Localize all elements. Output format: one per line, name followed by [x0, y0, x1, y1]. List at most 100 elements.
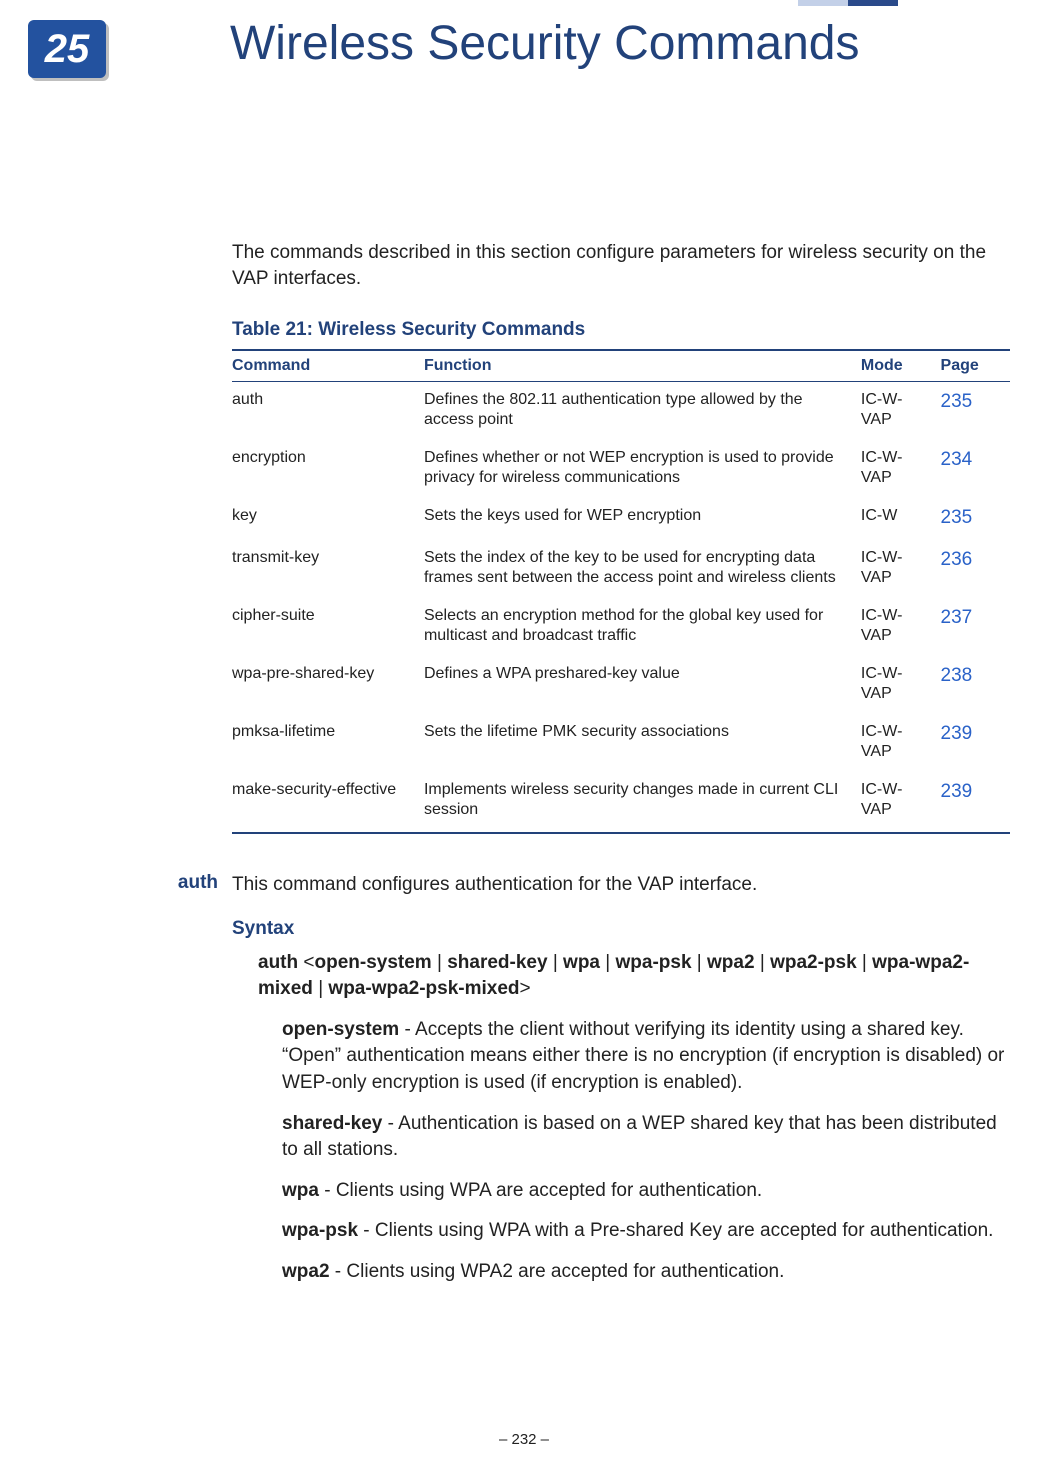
table-row: wpa-pre-shared-keyDefines a WPA preshare…	[232, 656, 1010, 714]
page-link[interactable]: 234	[941, 449, 973, 470]
syntax-heading: Syntax	[232, 918, 1010, 940]
syntax-sep: |	[313, 978, 329, 999]
intro-paragraph: The commands described in this section c…	[232, 240, 1010, 291]
th-mode: Mode	[861, 350, 941, 382]
cell-page: 239	[941, 714, 1010, 772]
params-container: open-system - Accepts the client without…	[232, 1017, 1010, 1286]
syntax-param: open-system - Accepts the client without…	[282, 1017, 1010, 1097]
section-desc: This command configures authentication f…	[232, 872, 1010, 898]
syntax-opt-2: wpa	[563, 952, 600, 973]
syntax-cmd: auth	[258, 952, 298, 973]
param-desc: - Clients using WPA2 are accepted for au…	[330, 1261, 785, 1282]
cell-mode: IC-W-VAP	[861, 714, 941, 772]
cell-function: Sets the lifetime PMK security associati…	[424, 714, 861, 772]
page-footer: – 232 –	[0, 1431, 1048, 1448]
cell-mode: IC-W-VAP	[861, 598, 941, 656]
syntax-sep: |	[755, 952, 771, 973]
syntax-opt-5: wpa2-psk	[770, 952, 857, 973]
syntax-opt-4: wpa2	[707, 952, 755, 973]
param-desc: - Clients using WPA are accepted for aut…	[319, 1180, 762, 1201]
cell-function: Implements wireless security changes mad…	[424, 772, 861, 833]
cell-function: Defines a WPA preshared-key value	[424, 656, 861, 714]
cell-function: Sets the keys used for WEP encryption	[424, 498, 861, 540]
cell-mode: IC-W-VAP	[861, 772, 941, 833]
syntax-param: wpa-psk - Clients using WPA with a Pre-s…	[282, 1218, 1010, 1245]
page-link[interactable]: 236	[941, 549, 973, 570]
page-link[interactable]: 238	[941, 665, 973, 686]
auth-section: auth This command configures authenticat…	[232, 872, 1010, 1286]
cell-command: wpa-pre-shared-key	[232, 656, 424, 714]
chapter-badge: 25	[28, 20, 106, 78]
cell-page: 234	[941, 440, 1010, 498]
cell-command: transmit-key	[232, 540, 424, 598]
table-row: authDefines the 802.11 authentication ty…	[232, 382, 1010, 441]
table-row: encryptionDefines whether or not WEP enc…	[232, 440, 1010, 498]
cell-mode: IC-W-VAP	[861, 656, 941, 714]
cell-page: 237	[941, 598, 1010, 656]
param-desc: - Clients using WPA with a Pre-shared Ke…	[358, 1220, 993, 1241]
syntax-opt-7: wpa-wpa2-psk-mixed	[328, 978, 519, 999]
table-row: keySets the keys used for WEP encryption…	[232, 498, 1010, 540]
page-link[interactable]: 237	[941, 607, 973, 628]
table-caption: Table 21: Wireless Security Commands	[232, 319, 1010, 341]
table-header-row: Command Function Mode Page	[232, 350, 1010, 382]
syntax-param: shared-key - Authentication is based on …	[282, 1111, 1010, 1164]
syntax-param: wpa2 - Clients using WPA2 are accepted f…	[282, 1259, 1010, 1286]
cell-command: cipher-suite	[232, 598, 424, 656]
param-name: wpa-psk	[282, 1220, 358, 1241]
table-row: transmit-keySets the index of the key to…	[232, 540, 1010, 598]
cell-mode: IC-W-VAP	[861, 440, 941, 498]
param-name: open-system	[282, 1019, 399, 1040]
cell-command: make-security-effective	[232, 772, 424, 833]
table-row: cipher-suiteSelects an encryption method…	[232, 598, 1010, 656]
param-name: wpa2	[282, 1261, 330, 1282]
page-link[interactable]: 239	[941, 781, 973, 802]
cell-function: Defines the 802.11 authentication type a…	[424, 382, 861, 441]
cell-command: pmksa-lifetime	[232, 714, 424, 772]
param-name: shared-key	[282, 1113, 382, 1134]
syntax-sep: |	[432, 952, 448, 973]
cell-page: 235	[941, 382, 1010, 441]
syntax-opt-0: open-system	[315, 952, 432, 973]
commands-table: Command Function Mode Page authDefines t…	[232, 349, 1010, 834]
syntax-lt: <	[303, 952, 314, 973]
cell-function: Defines whether or not WEP encryption is…	[424, 440, 861, 498]
cell-function: Selects an encryption method for the glo…	[424, 598, 861, 656]
page: 25 Wireless Security Commands The comman…	[0, 0, 1048, 1460]
page-link[interactable]: 235	[941, 391, 973, 412]
syntax-gt: >	[520, 978, 531, 999]
cell-function: Sets the index of the key to be used for…	[424, 540, 861, 598]
cell-command: auth	[232, 382, 424, 441]
syntax-opt-1: shared-key	[447, 952, 547, 973]
content-area: The commands described in this section c…	[232, 240, 1010, 1300]
cell-page: 238	[941, 656, 1010, 714]
page-link[interactable]: 239	[941, 723, 973, 744]
cell-mode: IC-W-VAP	[861, 540, 941, 598]
param-desc: - Authentication is based on a WEP share…	[282, 1113, 997, 1161]
cell-page: 235	[941, 498, 1010, 540]
header-accent-light	[798, 0, 848, 6]
section-side-label: auth	[148, 872, 218, 894]
th-function: Function	[424, 350, 861, 382]
cell-command: encryption	[232, 440, 424, 498]
syntax-sep: |	[548, 952, 564, 973]
syntax-sep: |	[600, 952, 616, 973]
th-command: Command	[232, 350, 424, 382]
chapter-title: Wireless Security Commands	[230, 16, 859, 71]
syntax-param: wpa - Clients using WPA are accepted for…	[282, 1178, 1010, 1205]
cell-mode: IC-W	[861, 498, 941, 540]
chapter-number: 25	[45, 27, 90, 72]
cell-page: 236	[941, 540, 1010, 598]
syntax-opt-3: wpa-psk	[616, 952, 692, 973]
cell-mode: IC-W-VAP	[861, 382, 941, 441]
param-name: wpa	[282, 1180, 319, 1201]
header-accent-dark	[848, 0, 898, 6]
cell-page: 239	[941, 772, 1010, 833]
syntax-sep: |	[857, 952, 873, 973]
page-link[interactable]: 235	[941, 507, 973, 528]
syntax-sep: |	[692, 952, 708, 973]
cell-command: key	[232, 498, 424, 540]
syntax-line: auth <open-system | shared-key | wpa | w…	[258, 950, 1010, 1003]
table-row: pmksa-lifetimeSets the lifetime PMK secu…	[232, 714, 1010, 772]
th-page: Page	[941, 350, 1010, 382]
